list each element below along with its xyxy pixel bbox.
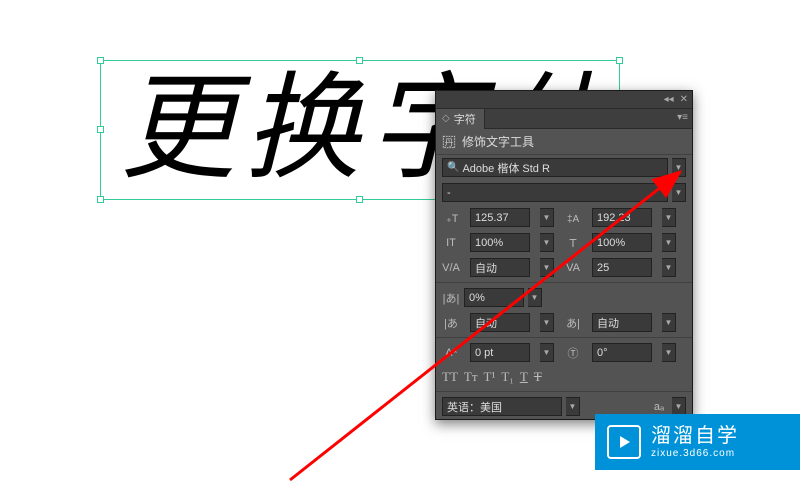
font-size-dropdown[interactable]: ▼ <box>540 208 554 227</box>
hscale-icon: Ｔ <box>564 235 582 251</box>
antialias-icon: aₐ <box>650 401 668 413</box>
panel-close-icon[interactable]: ✕ <box>680 94 688 105</box>
vscale-dropdown[interactable]: ▼ <box>540 233 554 252</box>
tsume-input[interactable] <box>469 292 519 304</box>
tracking-icon: VA <box>564 262 582 274</box>
watermark-line2: zixue.3d66.com <box>651 448 739 460</box>
text-style-buttons: TT Tᴛ T¹ T₁ T T <box>436 365 692 389</box>
hscale-input[interactable] <box>597 237 647 249</box>
touch-type-label: 修饰文字工具 <box>462 133 534 150</box>
baseline-shift-input[interactable] <box>475 347 525 359</box>
allcaps-button[interactable]: TT <box>442 369 458 385</box>
font-family-field[interactable]: 🔍 <box>442 158 668 177</box>
tsume-dropdown[interactable]: ▼ <box>528 288 542 307</box>
strikethrough-button[interactable]: T <box>534 369 542 385</box>
aki-right-field[interactable] <box>592 313 652 332</box>
divider-2 <box>436 337 692 338</box>
aki-right-dropdown[interactable]: ▼ <box>662 313 676 332</box>
svg-text:丹: 丹 <box>445 137 454 147</box>
aki-right-input[interactable] <box>597 317 647 329</box>
aki-left-icon: |あ <box>442 315 460 331</box>
baseline-shift-icon: Aª <box>442 347 460 359</box>
leading-dropdown[interactable]: ▼ <box>662 208 676 227</box>
vscale-field[interactable] <box>470 233 530 252</box>
leading-field[interactable] <box>592 208 652 227</box>
svg-text:₊T: ₊T <box>446 213 458 225</box>
size-leading-row: ₊T ▼ ‡A ▼ <box>436 205 692 230</box>
aki-left-dropdown[interactable]: ▼ <box>540 313 554 332</box>
search-icon: 🔍 <box>447 162 459 173</box>
kerning-dropdown[interactable]: ▼ <box>540 258 554 277</box>
tab-character[interactable]: ◇ 字符 <box>436 109 485 129</box>
rotation-dropdown[interactable]: ▼ <box>662 343 676 362</box>
aki-left-field[interactable] <box>470 313 530 332</box>
tsume-icon: |あ| <box>442 290 460 306</box>
kerning-tracking-row: V/A ▼ VA ▼ <box>436 255 692 280</box>
vscale-icon: IT <box>442 237 460 249</box>
vscale-input[interactable] <box>475 237 525 249</box>
watermark: 溜溜自学 zixue.3d66.com <box>595 414 800 470</box>
rotation-input[interactable] <box>597 347 647 359</box>
font-style-field[interactable] <box>442 183 668 202</box>
scale-row: IT ▼ Ｔ ▼ <box>436 230 692 255</box>
divider <box>436 282 692 283</box>
baseline-rotation-row: Aª ▼ Ⓣ ▼ <box>436 340 692 365</box>
font-family-row: 🔍 ▼ <box>436 155 692 180</box>
baseline-shift-dropdown[interactable]: ▼ <box>540 343 554 362</box>
aki-row: |あ ▼ あ| ▼ <box>436 310 692 335</box>
font-family-dropdown[interactable]: ▼ <box>672 158 686 177</box>
tracking-dropdown[interactable]: ▼ <box>662 258 676 277</box>
tracking-input[interactable] <box>597 262 647 274</box>
kerning-field[interactable] <box>470 258 530 277</box>
smallcaps-button[interactable]: Tᴛ <box>464 369 478 385</box>
leading-input[interactable] <box>597 212 647 224</box>
panel-menu-icon[interactable]: ▾≡ <box>677 112 688 123</box>
subscript-button[interactable]: T₁ <box>501 369 513 385</box>
superscript-button[interactable]: T¹ <box>484 369 496 385</box>
aki-right-icon: あ| <box>564 315 582 331</box>
panel-tabs: ◇ 字符 ▾≡ <box>436 109 692 129</box>
tsume-field[interactable] <box>464 288 524 307</box>
aki-left-input[interactable] <box>475 317 525 329</box>
underline-button[interactable]: T <box>520 369 528 385</box>
character-panel[interactable]: ◂◂ ✕ ◇ 字符 ▾≡ 丹 修饰文字工具 🔍 ▼ ▼ ₊T ▼ ‡A <box>435 90 693 420</box>
leading-icon: ‡A <box>564 211 582 225</box>
tracking-field[interactable] <box>592 258 652 277</box>
language-dropdown[interactable]: ▼ <box>566 397 580 416</box>
language-value: 英语：美国 <box>447 399 502 415</box>
rotation-icon: Ⓣ <box>564 345 582 361</box>
play-icon <box>607 425 641 459</box>
language-field[interactable]: 英语：美国 <box>442 397 562 416</box>
font-style-input[interactable] <box>447 187 663 199</box>
divider-3 <box>436 391 692 392</box>
kerning-input[interactable] <box>475 262 525 274</box>
font-size-input[interactable] <box>475 212 525 224</box>
tab-label: 字符 <box>454 111 476 127</box>
svg-text:‡A: ‡A <box>567 214 580 225</box>
font-size-icon: ₊T <box>442 211 460 225</box>
font-family-input[interactable] <box>462 162 663 174</box>
tab-handle-icon: ◇ <box>442 113 450 124</box>
rotation-field[interactable] <box>592 343 652 362</box>
panel-header: ◂◂ ✕ <box>436 91 692 109</box>
baseline-shift-field[interactable] <box>470 343 530 362</box>
panel-collapse-icon[interactable]: ◂◂ <box>664 94 674 105</box>
touch-type-icon: 丹 <box>442 135 456 149</box>
hscale-dropdown[interactable]: ▼ <box>662 233 676 252</box>
watermark-line1: 溜溜自学 <box>651 424 739 448</box>
tsume-row: |あ| ▼ <box>436 285 692 310</box>
kerning-icon: V/A <box>442 262 460 274</box>
font-style-row: ▼ <box>436 180 692 205</box>
font-size-field[interactable] <box>470 208 530 227</box>
font-style-dropdown[interactable]: ▼ <box>672 183 686 202</box>
touch-type-row: 丹 修饰文字工具 <box>436 129 692 155</box>
hscale-field[interactable] <box>592 233 652 252</box>
